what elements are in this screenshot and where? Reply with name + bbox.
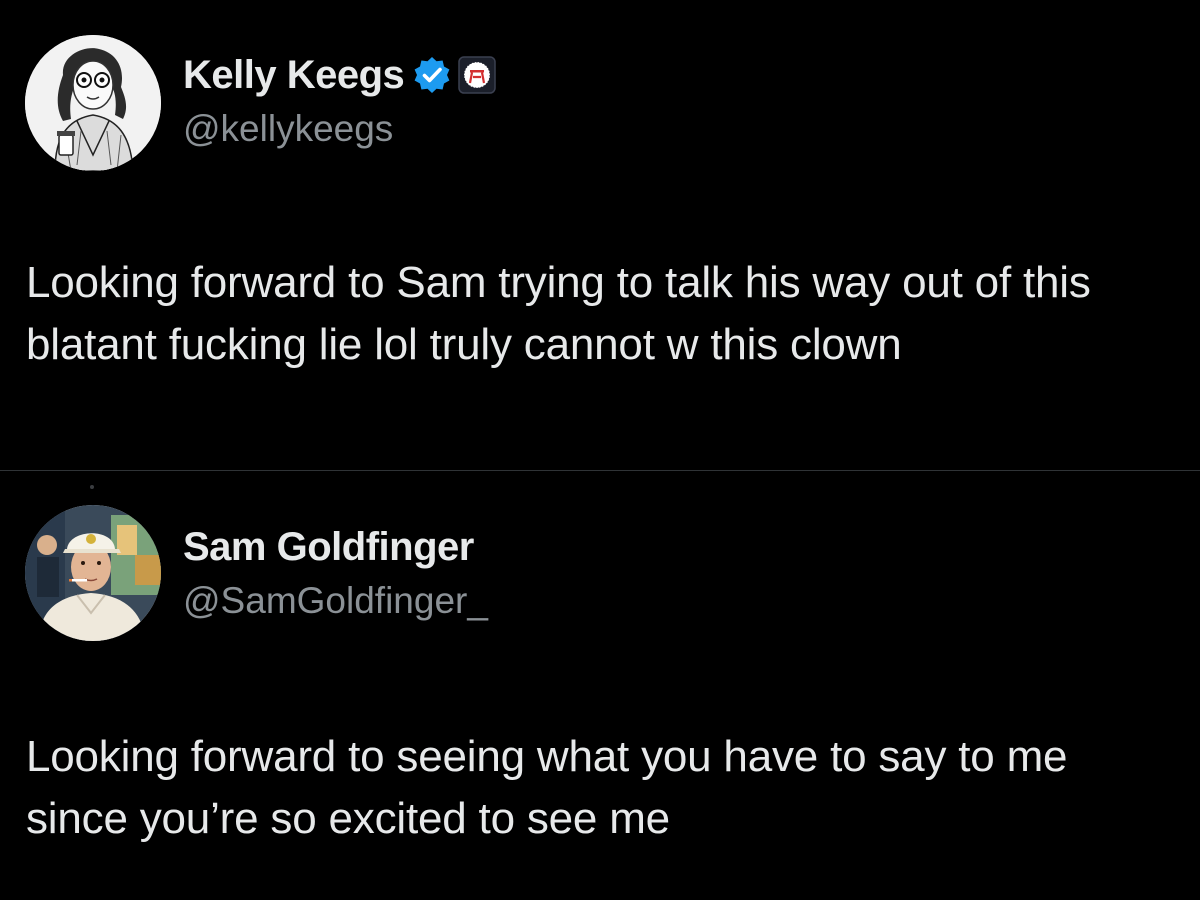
sketch-portrait-avatar (25, 35, 161, 171)
barstool-affiliate-badge-icon[interactable] (458, 56, 497, 94)
author-handle[interactable]: @SamGoldfinger_ (183, 580, 488, 622)
display-name[interactable]: Kelly Keegs (183, 53, 405, 98)
tweet-text: Looking forward to Sam trying to talk hi… (26, 258, 1091, 369)
tweet-divider (0, 470, 1200, 471)
tweet-kelly-keegs[interactable]: Kelly Keegs @kellykeegs Looking forward … (0, 0, 1200, 470)
verified-badge-icon[interactable] (412, 55, 452, 95)
author-handle[interactable]: @kellykeegs (183, 108, 393, 150)
display-name[interactable]: Sam Goldfinger (183, 525, 474, 570)
avatar[interactable] (25, 505, 161, 641)
author-name-row: Kelly Keegs (183, 50, 497, 100)
author-name-row: Sam Goldfinger (183, 522, 474, 572)
photo-portrait-avatar (25, 505, 161, 641)
tweet-text: Looking forward to seeing what you have … (26, 732, 1068, 843)
tweet-sam-goldfinger[interactable]: Sam Goldfinger @SamGoldfinger_ Looking f… (0, 472, 1200, 900)
avatar[interactable] (25, 35, 161, 171)
